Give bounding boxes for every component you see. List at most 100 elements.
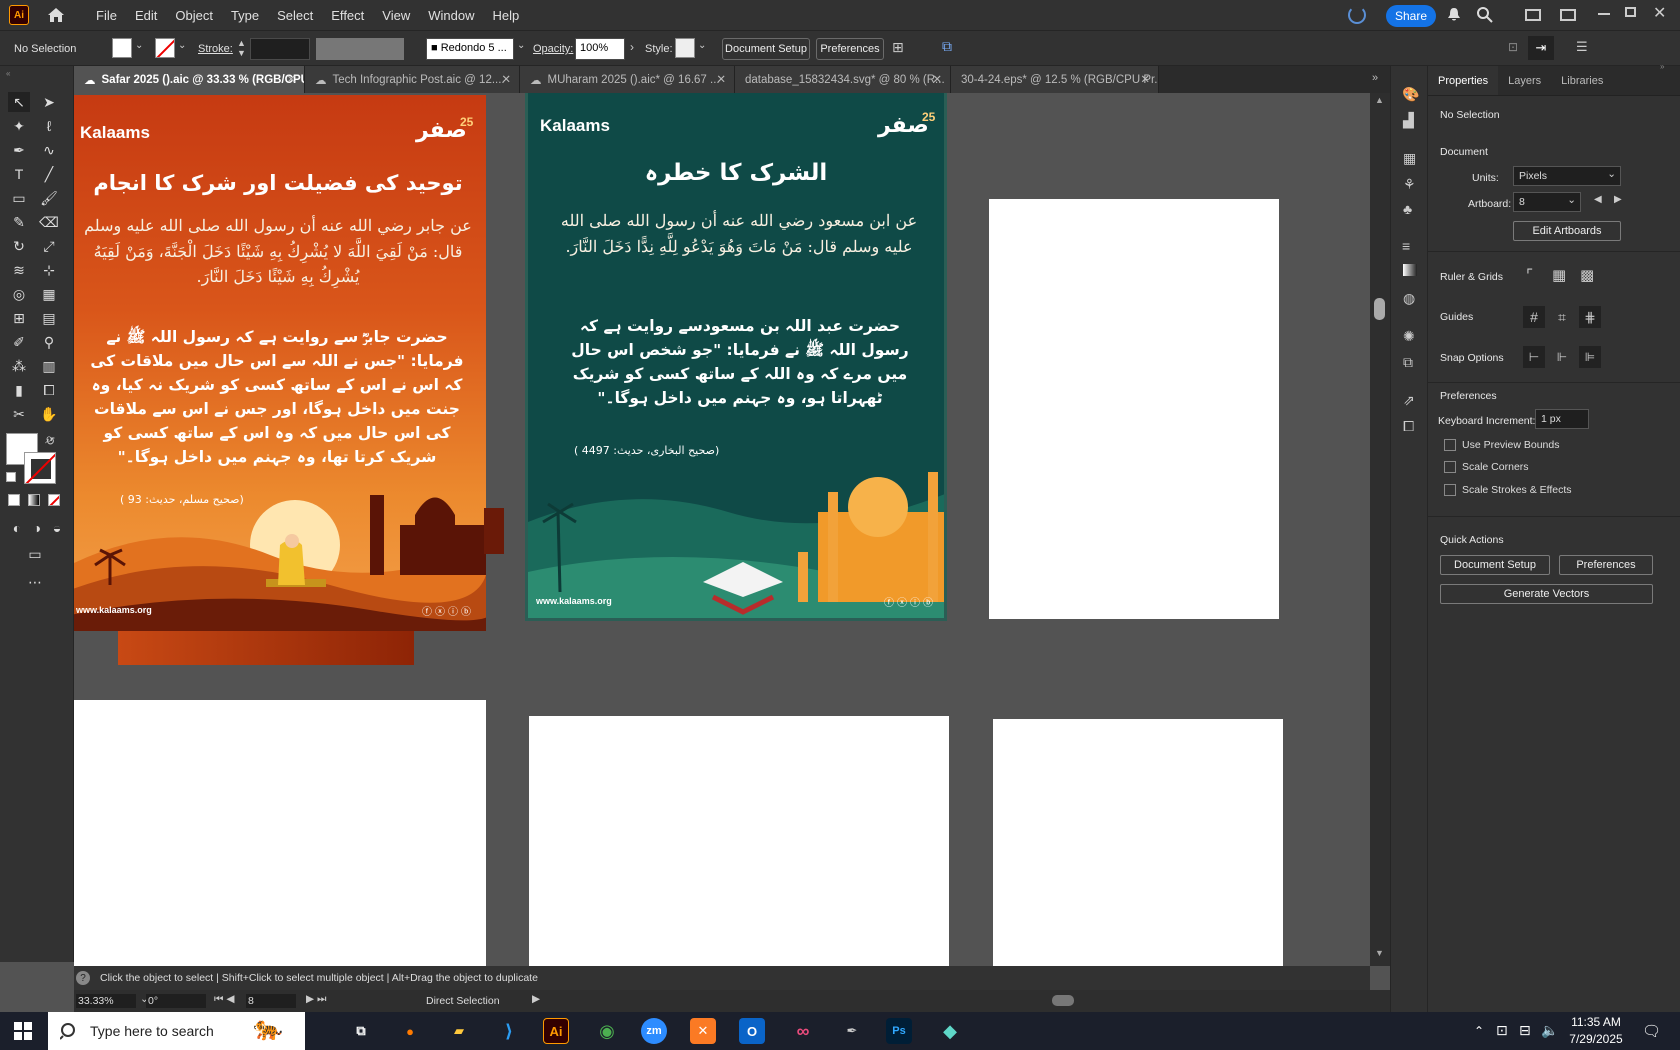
opacity-label[interactable]: Opacity: bbox=[533, 43, 573, 55]
shape-builder-icon[interactable]: ◎ bbox=[8, 284, 30, 304]
scroll-down-icon[interactable]: ▼ bbox=[1375, 948, 1384, 958]
tab-tech-infographic[interactable]: ☁ Tech Infographic Post.aic @ 12.... ✕ bbox=[305, 66, 520, 93]
gradient-mode-icon[interactable] bbox=[28, 494, 40, 506]
opacity-input[interactable]: 100% bbox=[575, 38, 625, 60]
vertical-scrollbar[interactable]: ▲ ▼ bbox=[1370, 93, 1390, 966]
selection-tool-icon[interactable]: ↖ bbox=[8, 92, 30, 112]
artboard-2[interactable]: Kalaams صفر 25 الشرک کا خطرہ عن ابن مسعو… bbox=[525, 93, 947, 621]
chrome-icon[interactable]: ◉ bbox=[592, 1016, 622, 1046]
arrange-docs-icon[interactable] bbox=[1525, 9, 1541, 21]
symbol-sprayer-icon[interactable]: ⁂ bbox=[8, 356, 30, 376]
line-tool-icon[interactable]: ╱ bbox=[38, 164, 60, 184]
canvas[interactable]: Kalaams صفر 25 توحید کی فضیلت اور شرک کا… bbox=[74, 93, 1370, 966]
artboard-number[interactable]: 8 bbox=[246, 994, 296, 1008]
curvature-icon[interactable]: ∿ bbox=[38, 140, 60, 160]
scale-corners-checkbox[interactable]: Scale Corners bbox=[1444, 461, 1529, 473]
close-tab-icon[interactable]: ✕ bbox=[1140, 72, 1150, 86]
status-menu-icon[interactable]: ▶ bbox=[532, 993, 540, 1005]
volume-icon[interactable]: 🔈 bbox=[1541, 1022, 1558, 1039]
artboard-5[interactable] bbox=[529, 716, 949, 966]
draw-normal-icon[interactable]: ◐ bbox=[6, 518, 28, 538]
menu-effect[interactable]: Effect bbox=[322, 8, 373, 23]
rotate-tool-icon[interactable]: ↻ bbox=[8, 236, 30, 256]
stroke-swatch[interactable] bbox=[155, 38, 175, 58]
bar-graph-icon[interactable]: ▮ bbox=[8, 380, 30, 400]
menu-view[interactable]: View bbox=[373, 8, 419, 23]
notifications-icon[interactable]: 🗨 bbox=[1642, 1022, 1661, 1040]
gradient-tool-icon[interactable]: ▤ bbox=[38, 308, 60, 328]
screen-mode-icon[interactable]: ▭ bbox=[24, 544, 46, 564]
collapse-panel-icon[interactable]: » bbox=[1660, 62, 1664, 71]
chevron-down-icon[interactable]: ⌄ bbox=[135, 40, 143, 51]
color-panel-icon[interactable]: 🎨 bbox=[1402, 86, 1419, 103]
hand-tool-icon[interactable]: ✋ bbox=[38, 404, 60, 424]
column-graph-icon[interactable]: ▥ bbox=[38, 356, 60, 376]
illustrator-icon[interactable]: Ai bbox=[543, 1018, 569, 1044]
menu-icon[interactable]: ☰ bbox=[1576, 39, 1588, 55]
free-transform-icon[interactable]: ⊹ bbox=[38, 260, 60, 280]
graphic-style-swatch[interactable] bbox=[675, 38, 695, 58]
variable-width-profile[interactable] bbox=[316, 38, 404, 60]
generate-vectors-button[interactable]: Generate Vectors bbox=[1440, 584, 1653, 604]
transparency-grid-icon[interactable]: ▩ bbox=[1580, 266, 1594, 284]
menu-edit[interactable]: Edit bbox=[126, 8, 166, 23]
preferences-button[interactable]: Preferences bbox=[1559, 555, 1653, 575]
use-preview-bounds-checkbox[interactable]: Use Preview Bounds bbox=[1444, 439, 1559, 451]
scale-tool-icon[interactable]: ⤢ bbox=[38, 236, 60, 256]
none-mode-icon[interactable] bbox=[48, 494, 60, 506]
artboard-select[interactable]: 8 ⌄ bbox=[1513, 192, 1581, 212]
slice-tool-icon[interactable]: ✂ bbox=[8, 404, 30, 424]
brush-select[interactable]: ■ Redondo 5 ... bbox=[426, 38, 514, 60]
recolor-icon[interactable]: ⧉ bbox=[942, 38, 962, 58]
prev-artboard-icon[interactable]: ◀ bbox=[1594, 194, 1602, 205]
chevron-down-icon[interactable]: ⌄ bbox=[178, 40, 186, 51]
lasso-icon[interactable]: ℓ bbox=[38, 116, 60, 136]
appearance-icon[interactable]: ✺ bbox=[1403, 328, 1415, 345]
graphic-styles-icon[interactable]: ⧉ bbox=[1403, 354, 1413, 371]
scroll-thumb[interactable] bbox=[1374, 298, 1385, 320]
close-tab-icon[interactable]: ✕ bbox=[501, 72, 511, 86]
next-artboard-icon[interactable]: ▶ bbox=[1614, 194, 1622, 205]
snap-to-pixel-icon[interactable]: ⊩ bbox=[1551, 346, 1573, 368]
tab-30-4-24[interactable]: 30-4-24.eps* @ 12.5 % (RGB/CPU Pr... ✕ bbox=[951, 66, 1159, 93]
stroke-color-box[interactable] bbox=[24, 452, 56, 484]
tray-app-icon[interactable]: ⊡ bbox=[1496, 1022, 1508, 1039]
blend-tool-icon[interactable]: ⚲ bbox=[38, 332, 60, 352]
network-icon[interactable]: ⊟ bbox=[1519, 1022, 1531, 1039]
draw-behind-icon[interactable]: ◑ bbox=[26, 518, 48, 538]
symbols-icon[interactable]: ♣ bbox=[1403, 201, 1412, 217]
scale-strokes-checkbox[interactable]: Scale Strokes & Effects bbox=[1444, 484, 1572, 496]
share-button[interactable]: Share bbox=[1386, 5, 1436, 27]
swap-colors-icon[interactable]: ↺ bbox=[46, 435, 55, 448]
home-icon[interactable] bbox=[47, 6, 67, 24]
stroke-panel-icon[interactable]: ≡ bbox=[1402, 238, 1410, 254]
rulers-icon[interactable]: ⌜ bbox=[1526, 266, 1533, 284]
eyedropper-icon[interactable]: ✐ bbox=[8, 332, 30, 352]
chevron-down-icon[interactable]: ⌄ bbox=[698, 40, 706, 51]
taskbar-search[interactable]: Type here to search 🐅 bbox=[48, 1012, 305, 1050]
snap-to-glyph-icon[interactable]: ⊫ bbox=[1579, 346, 1601, 368]
tab-muharam-2025[interactable]: ☁ MUharam 2025 ().aic* @ 16.67 ... ✕ bbox=[520, 66, 735, 93]
export-icon[interactable]: ⇗ bbox=[1403, 392, 1415, 409]
direct-selection-tool-icon[interactable]: ➤ bbox=[38, 92, 60, 112]
stroke-stepper[interactable]: ▲ ▼ bbox=[237, 38, 247, 60]
file-explorer-icon[interactable]: ▰ bbox=[444, 1016, 474, 1046]
photoshop-icon[interactable]: Ps bbox=[886, 1018, 912, 1044]
stroke-weight-input[interactable] bbox=[250, 38, 310, 60]
sync-icon[interactable] bbox=[1348, 6, 1366, 24]
next-artboard-icon[interactable]: ▶ ⏭ bbox=[306, 993, 326, 1006]
minimize-icon[interactable] bbox=[1598, 13, 1610, 15]
help-icon[interactable]: ? bbox=[76, 971, 90, 985]
units-select[interactable]: Pixels ⌄ bbox=[1513, 166, 1621, 186]
close-tab-icon[interactable]: ✕ bbox=[932, 72, 942, 86]
menu-object[interactable]: Object bbox=[166, 8, 222, 23]
menu-window[interactable]: Window bbox=[419, 8, 483, 23]
search-icon[interactable] bbox=[1476, 6, 1494, 24]
artboard-3[interactable] bbox=[989, 199, 1279, 619]
keyboard-increment-input[interactable]: 1 px bbox=[1535, 409, 1589, 429]
rotation-input[interactable]: 0° bbox=[146, 994, 206, 1008]
perspective-grid-icon[interactable]: ▦ bbox=[38, 284, 60, 304]
outlook-icon[interactable]: O bbox=[739, 1018, 765, 1044]
mesh-tool-icon[interactable]: ⊞ bbox=[8, 308, 30, 328]
snap-to-point-icon[interactable]: ⊢ bbox=[1523, 346, 1545, 368]
